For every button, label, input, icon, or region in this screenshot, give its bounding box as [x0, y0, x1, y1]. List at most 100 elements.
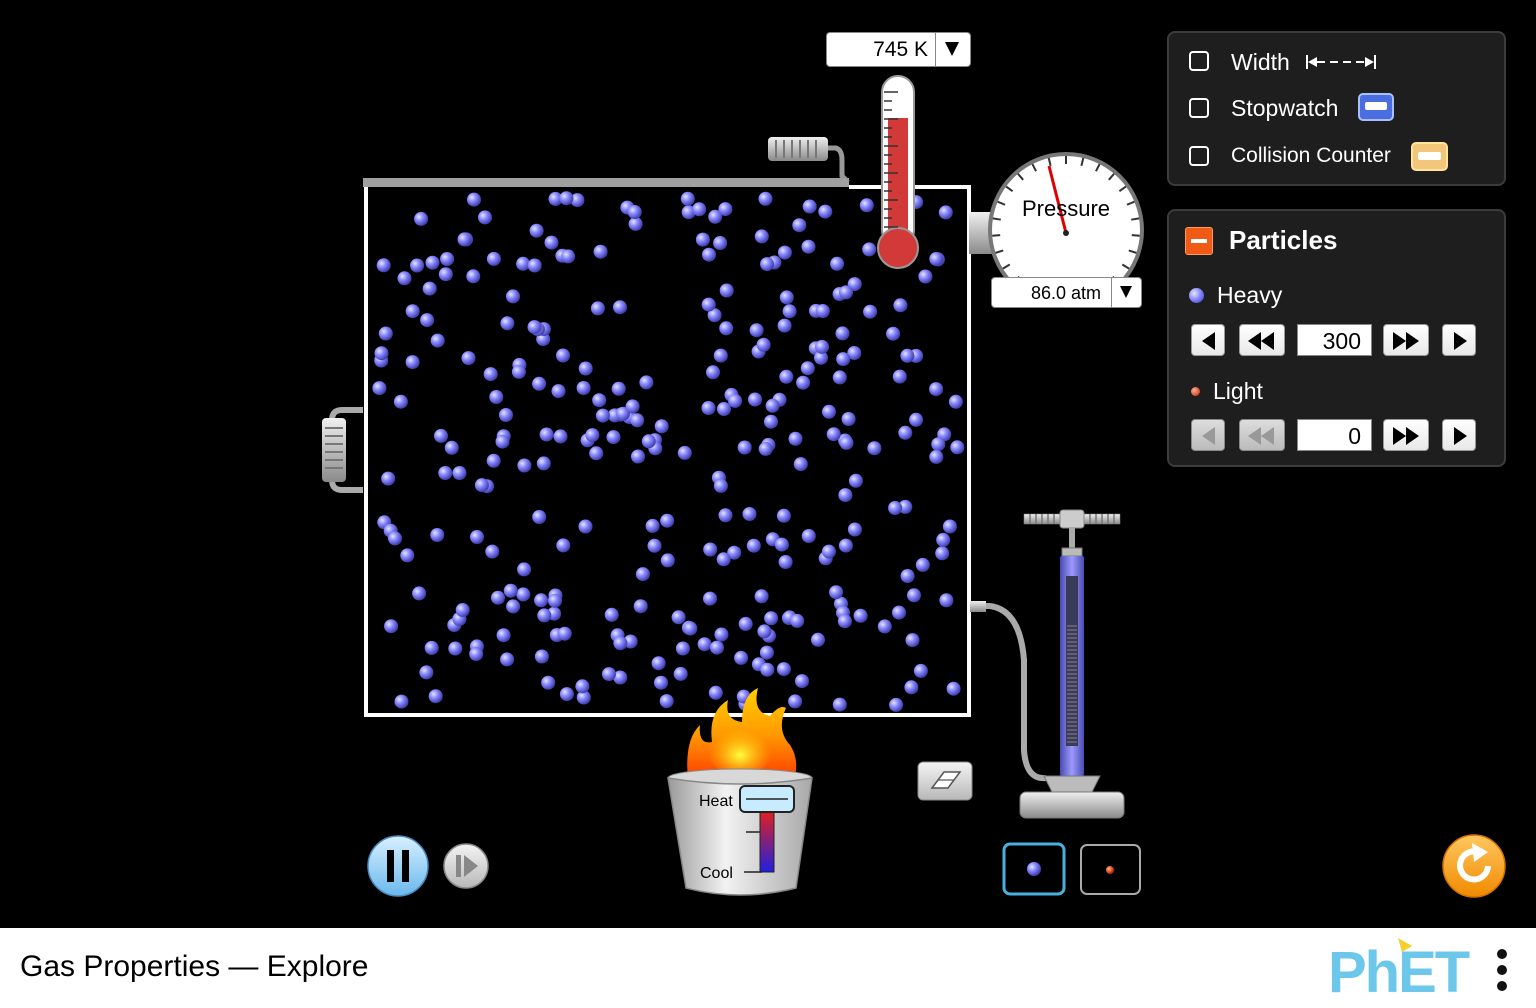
- heavy-particle: [483, 367, 498, 382]
- heavy-particle: [548, 593, 562, 608]
- heavy-particle: [867, 441, 882, 456]
- menu-dots-icon[interactable]: [1490, 944, 1516, 996]
- heavy-particle: [496, 628, 511, 643]
- light-decrement-button[interactable]: [1191, 419, 1225, 451]
- chevron-down-icon: [945, 42, 959, 56]
- heavy-particle: [738, 616, 753, 631]
- heavy-count-field[interactable]: 300: [1297, 324, 1372, 356]
- heavy-particle: [754, 589, 769, 604]
- heavy-particle: [695, 232, 710, 247]
- heavy-particle: [848, 473, 863, 488]
- heavy-particle: [889, 697, 904, 712]
- light-increment-button[interactable]: [1442, 419, 1476, 451]
- heavy-particle: [544, 235, 559, 250]
- heavy-particle: [821, 544, 836, 559]
- heavy-particle: [491, 590, 505, 605]
- heavy-particle: [900, 348, 915, 363]
- heavy-particle: [602, 667, 616, 682]
- heavy-increment-fast-button[interactable]: [1383, 324, 1429, 356]
- container-width-handle[interactable]: [322, 407, 363, 493]
- heavy-particle: [832, 370, 847, 385]
- heavy-particle: [800, 361, 815, 376]
- heavy-particle: [931, 437, 946, 452]
- stopwatch-toggle[interactable]: Stopwatch: [1189, 93, 1489, 125]
- temperature-unit-dropdown[interactable]: 745 K: [826, 32, 971, 67]
- heavy-particle: [405, 355, 420, 370]
- light-increment-fast-button[interactable]: [1383, 419, 1429, 451]
- heavy-particle: [818, 204, 833, 219]
- heavy-particle: [826, 427, 841, 442]
- heavy-particle: [713, 478, 728, 493]
- heavy-particle: [500, 316, 515, 331]
- heavy-particle: [527, 258, 542, 273]
- heavy-particle: [378, 326, 393, 341]
- width-checkbox[interactable]: [1189, 51, 1209, 71]
- light-decrement-fast-button[interactable]: [1239, 419, 1285, 451]
- heavy-particle: [405, 304, 420, 319]
- arrow-left-icon: [1202, 332, 1215, 350]
- heavy-decrement-button[interactable]: [1191, 324, 1225, 356]
- heavy-particle: [457, 232, 472, 247]
- heavy-particle: [412, 586, 427, 601]
- heavy-particle: [929, 449, 944, 464]
- light-count-field[interactable]: 0: [1297, 419, 1372, 451]
- heavy-particle: [541, 675, 556, 690]
- heavy-particle: [428, 689, 443, 704]
- heavy-particle: [758, 191, 773, 206]
- stopwatch-label: Stopwatch: [1231, 95, 1339, 121]
- heavy-particle: [486, 453, 501, 468]
- heavy-particle: [467, 192, 481, 207]
- phet-logo[interactable]: PhET: [1328, 936, 1488, 998]
- chevron-down-icon: [1120, 286, 1132, 298]
- heavy-particle: [393, 394, 408, 409]
- collision-counter-checkbox[interactable]: [1189, 146, 1209, 166]
- heavy-particle: [589, 446, 604, 461]
- heavy-particle: [713, 236, 728, 250]
- heavy-particle: [892, 605, 906, 620]
- stopwatch-checkbox[interactable]: [1189, 98, 1209, 118]
- heavy-particle: [719, 321, 734, 336]
- heavy-particle: [578, 519, 593, 534]
- reset-all-button[interactable]: [1442, 834, 1506, 898]
- heavy-particle: [703, 591, 717, 606]
- heavy-particle: [757, 624, 772, 639]
- heavy-particle: [400, 548, 415, 563]
- collapse-button[interactable]: [1185, 227, 1213, 255]
- heavy-particle: [461, 351, 476, 366]
- heavy-particle: [913, 663, 928, 678]
- heavy-particle: [500, 652, 515, 667]
- heavy-particle: [561, 249, 576, 264]
- heavy-particle: [470, 530, 484, 544]
- arrow-right-icon: [1454, 332, 1467, 350]
- pressure-unit-dropdown[interactable]: 86.0 atm: [991, 277, 1142, 308]
- collision-counter-toggle[interactable]: Collision Counter: [1189, 141, 1489, 173]
- heavy-particle: [815, 304, 830, 318]
- heavy-particle: [604, 607, 619, 622]
- heavy-particle: [734, 650, 749, 665]
- heavy-particle-pump-selector[interactable]: [1002, 842, 1066, 896]
- heavy-particle: [760, 257, 775, 272]
- heavy-particle: [853, 608, 868, 623]
- pause-button[interactable]: [367, 835, 429, 897]
- heavy-particle: [717, 402, 731, 416]
- width-toggle[interactable]: Width: [1189, 49, 1489, 77]
- light-number-control: 0: [1191, 419, 1481, 453]
- heavy-particle: [904, 680, 919, 695]
- eraser-button[interactable]: [917, 761, 973, 801]
- heavy-particle: [811, 632, 825, 647]
- heavy-decrement-fast-button[interactable]: [1239, 324, 1285, 356]
- step-forward-button[interactable]: [443, 843, 489, 889]
- width-arrows-icon: [1306, 55, 1376, 69]
- heavy-particle: [909, 412, 924, 427]
- heavy-increment-button[interactable]: [1442, 324, 1476, 356]
- heavy-particle: [534, 593, 549, 608]
- heavy-particle: [466, 269, 481, 284]
- heavy-particle: [455, 603, 470, 617]
- svg-text:PhET: PhET: [1328, 940, 1470, 998]
- bicycle-pump[interactable]: [1019, 509, 1125, 819]
- heavy-particle: [625, 399, 640, 414]
- light-particle-pump-selector[interactable]: [1080, 844, 1141, 895]
- lid-handle[interactable]: [768, 137, 850, 184]
- heavy-particle: [410, 258, 425, 273]
- heavy-particle: [708, 685, 723, 700]
